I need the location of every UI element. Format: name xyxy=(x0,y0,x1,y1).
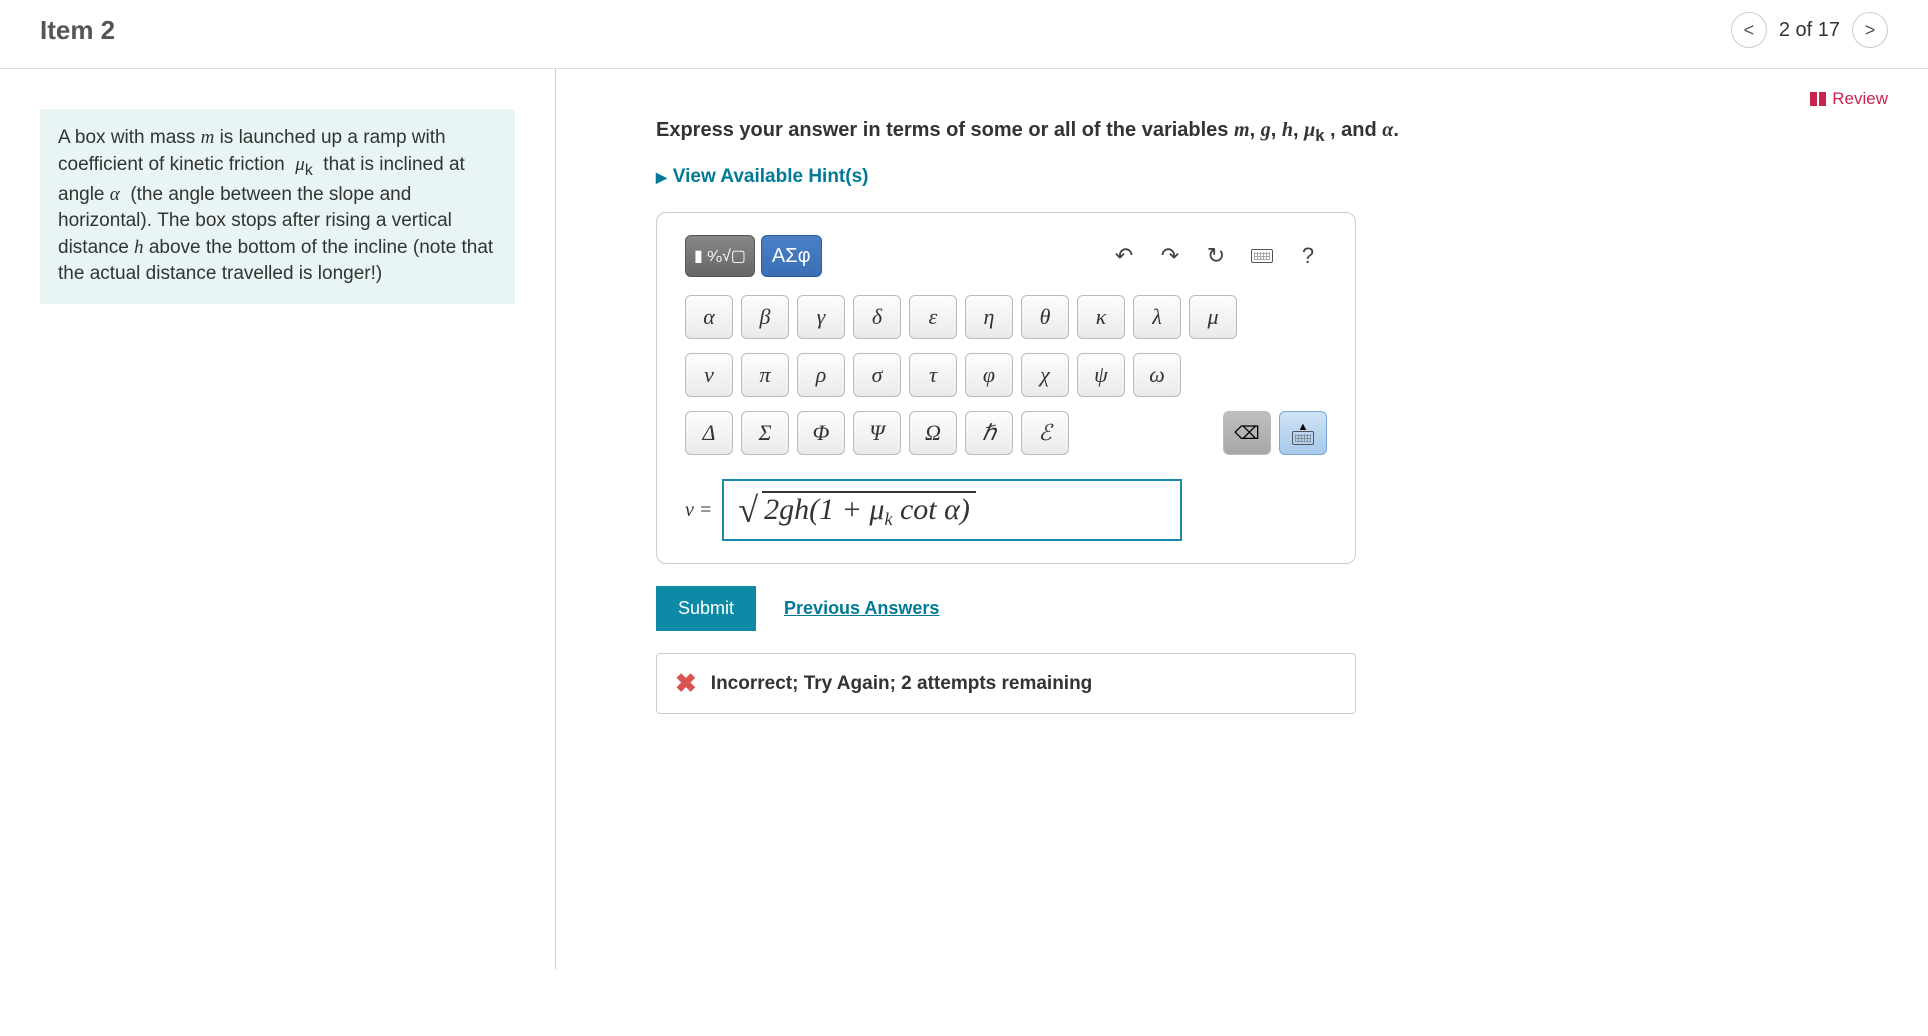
prev-item-button[interactable]: < xyxy=(1731,12,1767,48)
hints-toggle[interactable]: View Available Hint(s) xyxy=(656,166,868,188)
greek-key-ω[interactable]: ω xyxy=(1133,353,1181,397)
greek-key-ℏ[interactable]: ℏ xyxy=(965,411,1013,455)
greek-key-Φ[interactable]: Φ xyxy=(797,411,845,455)
incorrect-icon: ✖ xyxy=(675,668,697,699)
greek-key-ε[interactable]: ε xyxy=(909,295,957,339)
equation-editor: ▮ ᵒ⁄ₒ√▢ ΑΣφ ↶ ↷ ↻ ? αβγδεηθκλμ νπρστφχψω… xyxy=(656,212,1356,564)
greek-row-3: ΔΣΦΨΩℏℰ ⌫ ▲ xyxy=(685,411,1327,455)
main-area: A box with mass m is launched up a ramp … xyxy=(0,69,1928,969)
greek-key-ℰ[interactable]: ℰ xyxy=(1021,411,1069,455)
editor-toolbar: ▮ ᵒ⁄ₒ√▢ ΑΣφ ↶ ↷ ↻ ? xyxy=(685,235,1327,277)
greek-row-3-left: ΔΣΦΨΩℏℰ xyxy=(685,411,1069,455)
greek-row-1: αβγδεηθκλμ xyxy=(685,295,1327,339)
greek-key-σ[interactable]: σ xyxy=(853,353,901,397)
greek-key-λ[interactable]: λ xyxy=(1133,295,1181,339)
greek-key-Δ[interactable]: Δ xyxy=(685,411,733,455)
hints-label: View Available Hint(s) xyxy=(673,166,869,188)
greek-key-ρ[interactable]: ρ xyxy=(797,353,845,397)
greek-key-ψ[interactable]: ψ xyxy=(1077,353,1125,397)
answer-row: v = 2gh(1 + μk cot α) xyxy=(685,479,1327,541)
next-item-button[interactable]: > xyxy=(1852,12,1888,48)
keyboard-icon xyxy=(1251,249,1273,263)
greek-key-θ[interactable]: θ xyxy=(1021,295,1069,339)
problem-panel: A box with mass m is launched up a ramp … xyxy=(0,69,556,969)
feedback-box: ✖ Incorrect; Try Again; 2 attempts remai… xyxy=(656,653,1356,714)
greek-key-η[interactable]: η xyxy=(965,295,1013,339)
greek-key-Ψ[interactable]: Ψ xyxy=(853,411,901,455)
keyboard-icon xyxy=(1292,431,1314,445)
item-nav: < 2 of 17 > xyxy=(1731,12,1888,48)
greek-key-ν[interactable]: ν xyxy=(685,353,733,397)
feedback-text: Incorrect; Try Again; 2 attempts remaini… xyxy=(711,673,1093,695)
review-label: Review xyxy=(1832,89,1888,109)
greek-key-γ[interactable]: γ xyxy=(797,295,845,339)
item-header: Item 2 < 2 of 17 > xyxy=(0,0,1928,69)
greek-key-χ[interactable]: χ xyxy=(1021,353,1069,397)
greek-key-Σ[interactable]: Σ xyxy=(741,411,789,455)
answer-panel: Review Express your answer in terms of s… xyxy=(556,69,1928,969)
greek-key-τ[interactable]: τ xyxy=(909,353,957,397)
greek-row-2: νπρστφχψω xyxy=(685,353,1327,397)
item-title: Item 2 xyxy=(40,15,115,46)
answer-instruction: Express your answer in terms of some or … xyxy=(656,119,1888,146)
submit-button[interactable]: Submit xyxy=(656,586,756,631)
greek-key-κ[interactable]: κ xyxy=(1077,295,1125,339)
greek-key-φ[interactable]: φ xyxy=(965,353,1013,397)
action-row: Submit Previous Answers xyxy=(656,586,1888,631)
reset-button[interactable]: ↻ xyxy=(1197,239,1235,273)
problem-statement: A box with mass m is launched up a ramp … xyxy=(40,109,515,304)
previous-answers-link[interactable]: Previous Answers xyxy=(784,598,939,619)
undo-button[interactable]: ↶ xyxy=(1105,239,1143,273)
answer-input[interactable]: 2gh(1 + μk cot α) xyxy=(722,479,1182,541)
answer-lhs: v = xyxy=(685,499,712,522)
help-button[interactable]: ? xyxy=(1289,239,1327,273)
math-templates-tab[interactable]: ▮ ᵒ⁄ₒ√▢ xyxy=(685,235,755,277)
show-keyboard-key[interactable]: ▲ xyxy=(1279,411,1327,455)
redo-button[interactable]: ↷ xyxy=(1151,239,1189,273)
item-progress: 2 of 17 xyxy=(1779,19,1840,42)
greek-key-α[interactable]: α xyxy=(685,295,733,339)
greek-key-μ[interactable]: μ xyxy=(1189,295,1237,339)
greek-key-Ω[interactable]: Ω xyxy=(909,411,957,455)
flag-icon xyxy=(1810,92,1826,106)
review-link[interactable]: Review xyxy=(1810,89,1888,109)
greek-tab[interactable]: ΑΣφ xyxy=(761,235,822,277)
greek-key-δ[interactable]: δ xyxy=(853,295,901,339)
greek-key-π[interactable]: π xyxy=(741,353,789,397)
backspace-key[interactable]: ⌫ xyxy=(1223,411,1271,455)
greek-key-β[interactable]: β xyxy=(741,295,789,339)
keyboard-button[interactable] xyxy=(1243,239,1281,273)
